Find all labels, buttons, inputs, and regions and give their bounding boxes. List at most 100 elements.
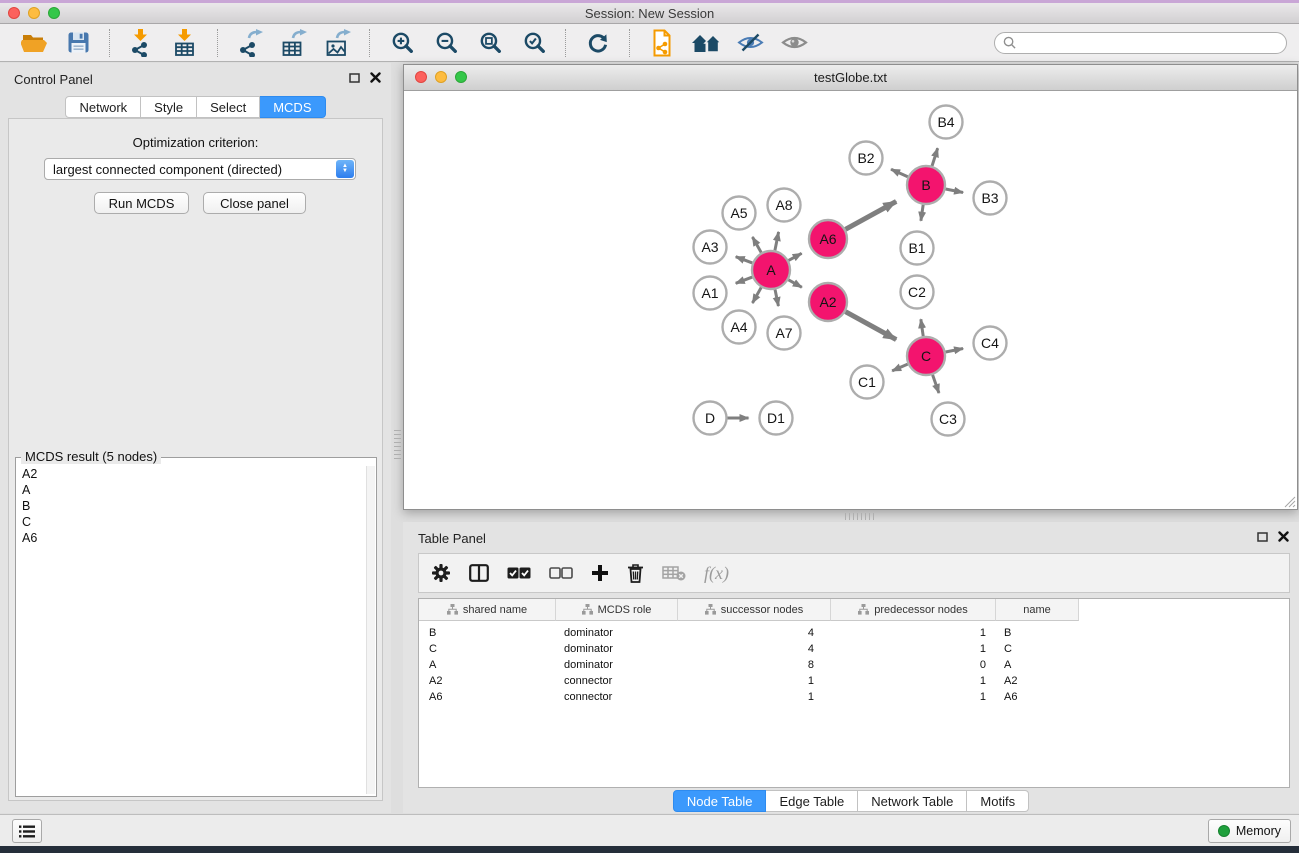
mcds-result-item[interactable]: A6 [17, 530, 366, 546]
network-window-titlebar[interactable]: testGlobe.txt [404, 65, 1297, 91]
horizontal-split-handle[interactable] [845, 513, 877, 520]
graph-edge-C-C3[interactable] [933, 375, 939, 393]
tab-mcds[interactable]: MCDS [260, 96, 325, 118]
table-settings-button[interactable] [431, 558, 451, 588]
function-builder-button[interactable]: f(x) [704, 558, 729, 588]
graph-node-B1[interactable]: B1 [901, 232, 934, 265]
graph-edge-B-B2[interactable] [891, 169, 908, 177]
zoom-selected-button[interactable] [516, 27, 552, 59]
export-network-button[interactable] [232, 27, 268, 59]
column-header-shared-name[interactable]: shared name [419, 599, 556, 621]
float-panel-icon[interactable] [349, 73, 360, 83]
graph-node-A7[interactable]: A7 [768, 317, 801, 350]
tab-edge-table[interactable]: Edge Table [766, 790, 858, 812]
search-box[interactable] [994, 32, 1287, 54]
graph-edge-A-A8[interactable] [775, 232, 779, 250]
tab-network-table[interactable]: Network Table [858, 790, 967, 812]
table-row[interactable]: A2connector11A2 [419, 673, 1289, 689]
column-header-mcds-role[interactable]: MCDS role [556, 599, 678, 621]
graph-node-B4[interactable]: B4 [930, 106, 963, 139]
show-panels-button[interactable] [776, 27, 812, 59]
tab-network[interactable]: Network [65, 96, 141, 118]
graph-node-B[interactable]: B [907, 166, 945, 204]
import-network-button[interactable] [124, 27, 160, 59]
mcds-result-list[interactable]: A2ABCA6 [17, 466, 366, 794]
home-button[interactable] [688, 27, 724, 59]
mcds-result-item[interactable]: B [17, 498, 366, 514]
network-document-button[interactable] [644, 27, 680, 59]
search-input[interactable] [1021, 35, 1278, 51]
graph-edge-A2-C[interactable] [846, 312, 897, 340]
mcds-result-item[interactable]: C [17, 514, 366, 530]
graph-node-C3[interactable]: C3 [932, 403, 965, 436]
mcds-result-item[interactable]: A [17, 482, 366, 498]
close-panel-button[interactable]: Close panel [203, 192, 306, 214]
save-session-button[interactable] [60, 27, 96, 59]
column-header-successor-nodes[interactable]: successor nodes [678, 599, 831, 621]
tab-select[interactable]: Select [197, 96, 260, 118]
resize-grip-icon[interactable] [1282, 494, 1296, 508]
criterion-select[interactable]: largest connected component (directed) ▲… [44, 158, 356, 180]
hide-panels-button[interactable] [732, 27, 768, 59]
graph-edge-A-A4[interactable] [752, 287, 761, 303]
close-panel-icon[interactable] [1278, 531, 1289, 542]
graph-node-D1[interactable]: D1 [760, 402, 793, 435]
graph-edge-C-C4[interactable] [946, 348, 963, 352]
column-header-name[interactable]: name [996, 599, 1079, 621]
close-panel-icon[interactable] [370, 72, 381, 83]
graph-edge-A-A7[interactable] [775, 290, 778, 306]
deselect-all-button[interactable] [549, 558, 573, 588]
graph-node-B2[interactable]: B2 [850, 142, 883, 175]
task-history-button[interactable] [12, 819, 42, 843]
graph-node-A2[interactable]: A2 [809, 283, 847, 321]
tab-style[interactable]: Style [141, 96, 197, 118]
table-row[interactable]: Bdominator41B [419, 625, 1289, 641]
column-layout-button[interactable] [469, 558, 489, 588]
delete-table-button[interactable] [662, 558, 686, 588]
graph-edge-A-A6[interactable] [789, 253, 802, 260]
graph-node-A1[interactable]: A1 [694, 277, 727, 310]
table-row[interactable]: A6connector11A6 [419, 689, 1289, 705]
zoom-fit-button[interactable] [472, 27, 508, 59]
graph-node-C[interactable]: C [907, 337, 945, 375]
mcds-result-item[interactable]: A2 [17, 466, 366, 482]
export-table-button[interactable] [276, 27, 312, 59]
run-mcds-button[interactable]: Run MCDS [94, 192, 189, 214]
network-canvas[interactable]: A5A8A3A1A4A7AA6A2BB2B4B3B1CC2C4C1C3DD1 [404, 90, 1297, 509]
graph-edge-B-B4[interactable] [932, 148, 938, 166]
vertical-split-handle[interactable] [394, 430, 401, 462]
graph-node-A3[interactable]: A3 [694, 231, 727, 264]
import-table-button[interactable] [168, 27, 204, 59]
delete-column-button[interactable] [627, 558, 644, 588]
graph-node-B3[interactable]: B3 [974, 182, 1007, 215]
graph-node-C4[interactable]: C4 [974, 327, 1007, 360]
tab-motifs[interactable]: Motifs [967, 790, 1029, 812]
result-list-scrollbar[interactable] [366, 466, 375, 794]
graph-edge-C-C2[interactable] [921, 319, 923, 336]
graph-edge-A-A2[interactable] [788, 280, 801, 288]
float-panel-icon[interactable] [1257, 532, 1268, 542]
graph-node-A8[interactable]: A8 [768, 189, 801, 222]
table-row[interactable]: Cdominator41C [419, 641, 1289, 657]
zoom-out-button[interactable] [428, 27, 464, 59]
table-row[interactable]: Adominator80A [419, 657, 1289, 673]
graph-node-C2[interactable]: C2 [901, 276, 934, 309]
graph-edge-B-B3[interactable] [946, 189, 963, 193]
tab-node-table[interactable]: Node Table [673, 790, 767, 812]
graph-node-A5[interactable]: A5 [723, 197, 756, 230]
column-header-predecessor-nodes[interactable]: predecessor nodes [831, 599, 996, 621]
open-session-button[interactable] [16, 27, 52, 59]
refresh-button[interactable] [580, 27, 616, 59]
graph-node-C1[interactable]: C1 [851, 366, 884, 399]
graph-node-D[interactable]: D [694, 402, 727, 435]
memory-button[interactable]: Memory [1208, 819, 1291, 843]
graph-edge-C-C1[interactable] [892, 364, 908, 371]
zoom-in-button[interactable] [384, 27, 420, 59]
graph-edge-A-A3[interactable] [736, 257, 753, 263]
select-all-button[interactable] [507, 558, 531, 588]
graph-edge-A-A5[interactable] [752, 237, 761, 253]
graph-node-A4[interactable]: A4 [723, 311, 756, 344]
export-image-button[interactable] [320, 27, 356, 59]
graph-node-A[interactable]: A [752, 251, 790, 289]
add-column-button[interactable] [591, 558, 609, 588]
